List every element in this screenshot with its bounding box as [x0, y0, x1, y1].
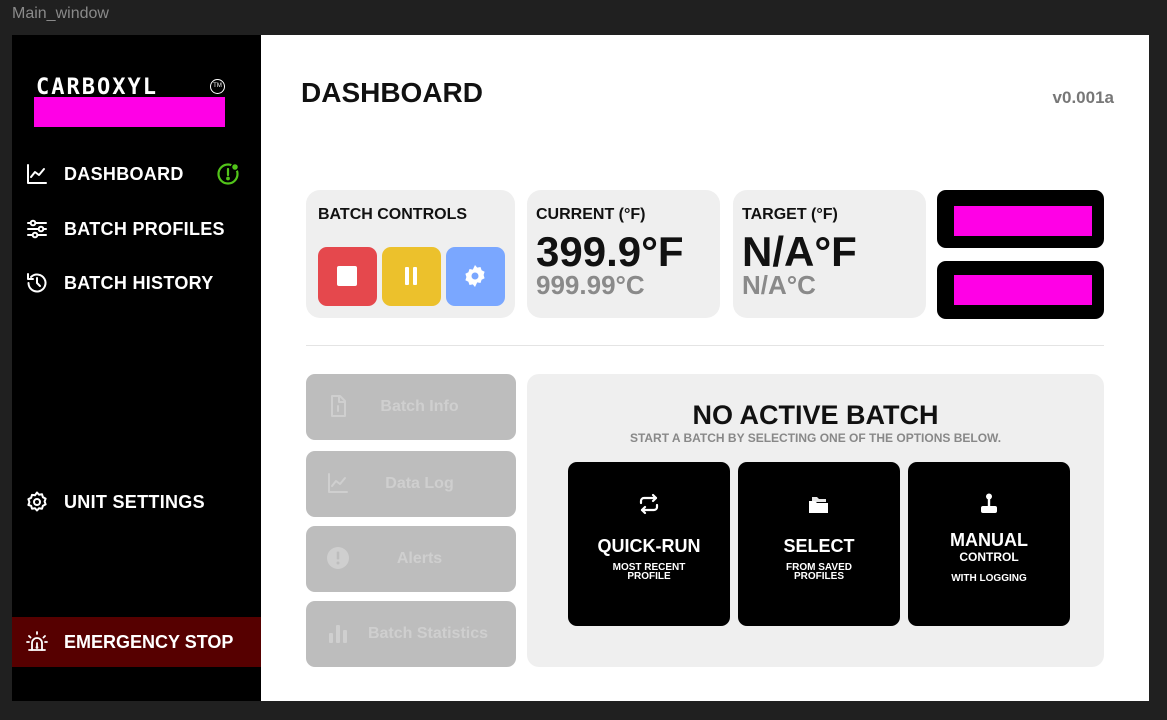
gear-icon	[465, 265, 485, 287]
placeholder-bar	[954, 275, 1092, 305]
logo-highlight-bar	[34, 97, 225, 127]
history-icon	[27, 273, 47, 293]
manual-line1: CONTROL	[959, 550, 1019, 564]
sidebar-item-label: UNIT SETTINGS	[64, 492, 205, 512]
joystick-icon	[981, 493, 997, 513]
batch-controls-card: BATCH CONTROLS	[306, 190, 515, 318]
batch-controls-title: BATCH CONTROLS	[318, 206, 468, 223]
stop-icon	[337, 266, 357, 286]
gear-icon	[27, 491, 47, 512]
quick-run-button[interactable]: QUICK-RUN MOST RECENT PROFILE	[568, 462, 730, 626]
manual-control-button[interactable]: MANUAL CONTROL WITH LOGGING	[908, 462, 1070, 626]
document-icon	[331, 395, 346, 417]
chart-line-icon	[27, 164, 47, 184]
window-title: Main_window	[12, 5, 109, 22]
sidebar-item-label: BATCH PROFILES	[64, 219, 225, 239]
select-profile-button[interactable]: SELECT FROM SAVED PROFILES	[738, 462, 900, 626]
batch-info-label: Batch Info	[380, 398, 459, 415]
current-temp-card: CURRENT (°F) 399.9°F 999.99°C	[527, 190, 720, 318]
select-title: SELECT	[783, 536, 855, 556]
emergency-stop-button[interactable]: EMERGENCY STOP	[12, 617, 261, 667]
emergency-stop-label: EMERGENCY STOP	[64, 632, 234, 652]
sidebar-item-label: BATCH HISTORY	[64, 273, 214, 293]
target-temp-card: TARGET (°F) N/A°F N/A°C	[733, 190, 926, 318]
batch-heading: NO ACTIVE BATCH	[692, 400, 939, 430]
batch-statistics-button[interactable]: Batch Statistics	[306, 601, 516, 667]
stop-button[interactable]	[318, 247, 377, 306]
chart-icon	[328, 473, 348, 493]
manual-title: MANUAL	[950, 530, 1028, 550]
placeholder-box-bottom	[937, 261, 1104, 319]
sidebar-item-label: DASHBOARD	[64, 164, 184, 184]
section-divider	[306, 345, 1104, 346]
alert-badge-icon	[217, 162, 240, 185]
target-temp-title: TARGET (°F)	[742, 206, 838, 223]
siren-icon	[26, 631, 48, 651]
data-log-button[interactable]: Data Log	[306, 451, 516, 517]
batch-info-button[interactable]: Batch Info	[306, 374, 516, 440]
logo: CARBOXYL TM	[34, 75, 234, 129]
placeholder-bar	[954, 206, 1092, 236]
batch-panel: NO ACTIVE BATCH START A BATCH BY SELECTI…	[527, 374, 1104, 667]
settings-button[interactable]	[446, 247, 505, 306]
batch-subheading: START A BATCH BY SELECTING ONE OF THE OP…	[629, 431, 1002, 445]
trademark-badge: TM	[210, 79, 225, 94]
alerts-button[interactable]: Alerts	[306, 526, 516, 592]
current-temp-celsius: 999.99°C	[536, 270, 645, 300]
manual-line2: WITH LOGGING	[951, 573, 1027, 584]
target-temp-fahrenheit: N/A°F	[742, 228, 857, 275]
select-line2: PROFILES	[793, 571, 844, 582]
alert-icon	[327, 547, 349, 569]
target-temp-celsius: N/A°C	[742, 270, 816, 300]
quick-run-line2: PROFILE	[627, 571, 671, 582]
version-label: v0.001a	[1052, 88, 1114, 107]
alerts-label: Alerts	[396, 550, 443, 567]
folders-icon	[809, 497, 828, 513]
quick-run-title: QUICK-RUN	[597, 536, 701, 556]
sidebar-item-dashboard[interactable]: DASHBOARD	[12, 154, 261, 194]
page-title: DASHBOARD	[301, 77, 483, 108]
sliders-icon	[27, 219, 47, 239]
placeholder-box-top	[937, 190, 1104, 248]
sidebar-item-unit-settings[interactable]: UNIT SETTINGS	[12, 482, 261, 522]
current-temp-fahrenheit: 399.9°F	[536, 228, 684, 275]
sidebar: CARBOXYL TM DASHBOARD BATCH PROFILES BAT…	[12, 35, 261, 701]
batch-statistics-label: Batch Statistics	[367, 625, 489, 642]
current-temp-title: CURRENT (°F)	[536, 206, 646, 223]
bar-chart-icon	[329, 625, 347, 643]
main-window: CARBOXYL TM DASHBOARD BATCH PROFILES BAT…	[12, 35, 1149, 701]
repeat-icon	[639, 493, 659, 515]
sidebar-item-batch-profiles[interactable]: BATCH PROFILES	[12, 209, 261, 249]
data-log-label: Data Log	[385, 475, 454, 492]
pause-icon	[405, 267, 417, 285]
title-bar: Main_window	[0, 0, 1167, 30]
sidebar-item-batch-history[interactable]: BATCH HISTORY	[12, 263, 261, 303]
pause-button[interactable]	[382, 247, 441, 306]
